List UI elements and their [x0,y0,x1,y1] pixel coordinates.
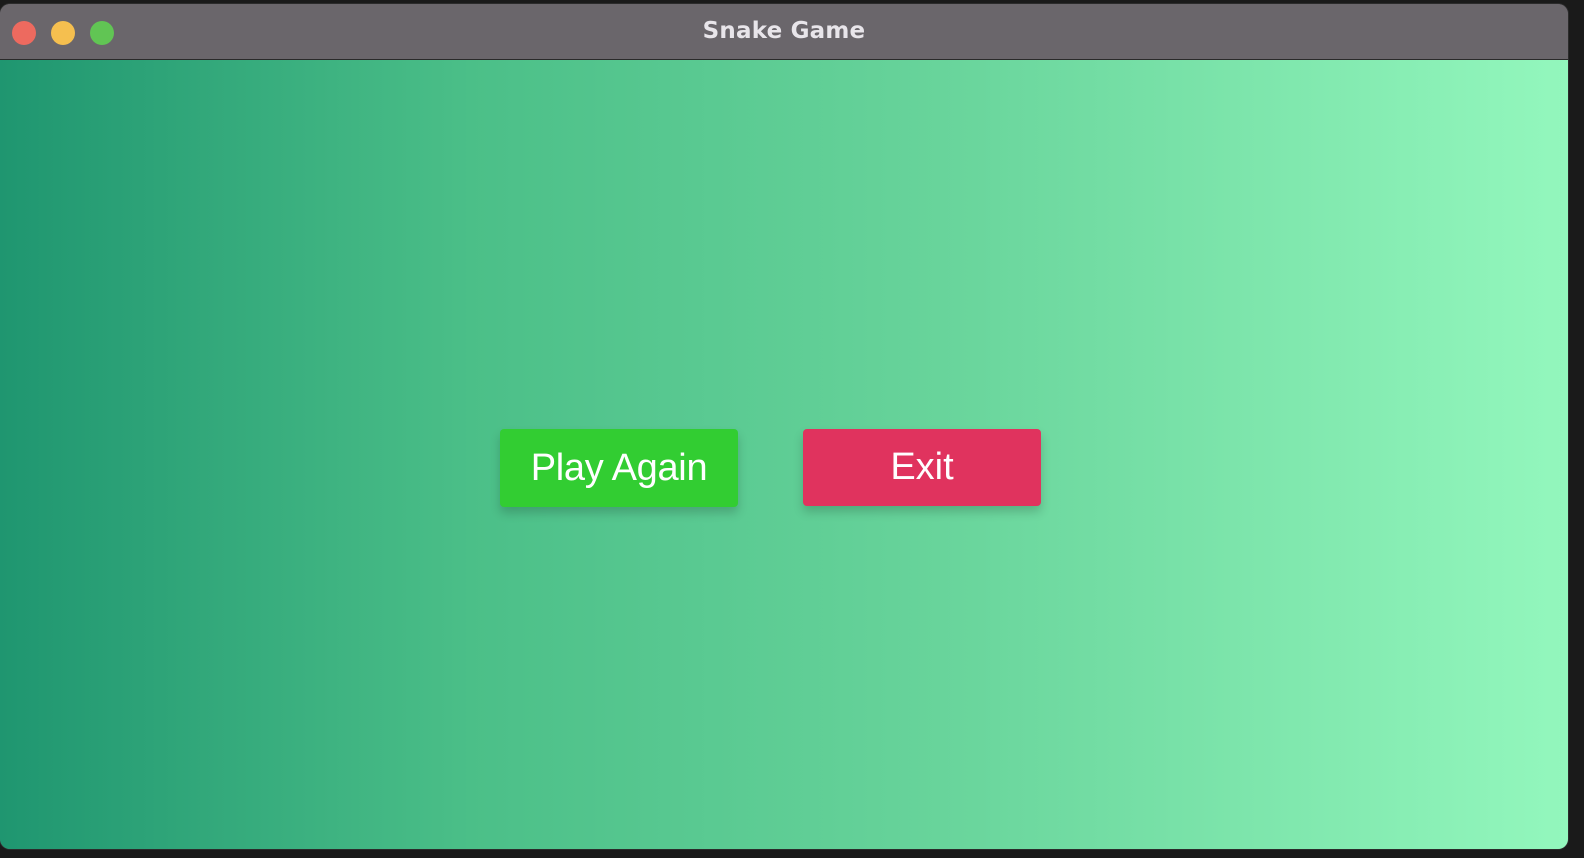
game-over-panel: Play Again Exit [0,60,1568,849]
title-bar[interactable]: Snake Game [0,4,1568,60]
app-window: Snake Game Play Again Exit [0,4,1568,849]
window-title: Snake Game [702,18,866,44]
exit-button[interactable]: Exit [803,429,1041,506]
play-again-button[interactable]: Play Again [500,429,738,507]
